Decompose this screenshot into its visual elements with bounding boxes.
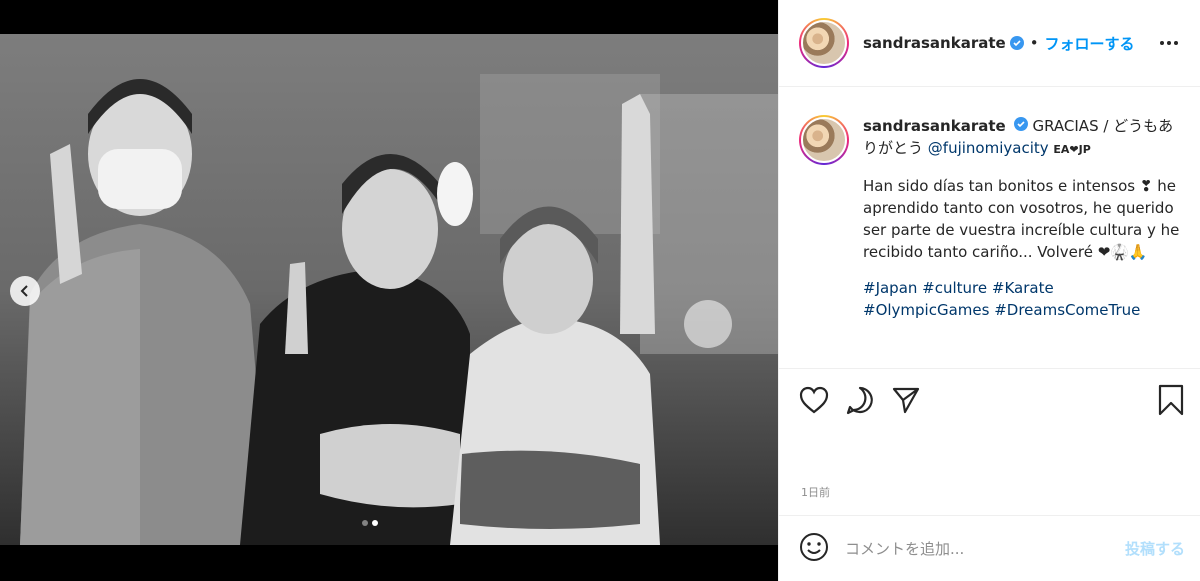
caption-body: Han sido días tan bonitos e intensos ❣ h… [863, 177, 1180, 261]
separator-bullet: • [1029, 34, 1039, 52]
post-actions [779, 368, 1200, 430]
chevron-left-icon [20, 285, 28, 297]
username-link[interactable]: sandrasankarate [863, 34, 1006, 52]
ellipsis-icon-dot [1174, 41, 1178, 45]
ellipsis-icon-dot [1167, 41, 1171, 45]
carousel-dots [362, 520, 378, 526]
post-photo[interactable] [0, 34, 778, 545]
smiley-icon[interactable] [799, 532, 829, 566]
post-media-area [0, 0, 778, 581]
ellipsis-icon-dot [1160, 41, 1164, 45]
carousel-prev-button[interactable] [10, 276, 40, 306]
post-header: sandrasankarate • フォローする [779, 0, 1200, 87]
caption: sandrasankarate GRACIAS / どうもありがとう @fuji… [863, 115, 1183, 321]
verified-badge-icon [1013, 117, 1028, 131]
comment-input[interactable] [845, 539, 1125, 558]
avatar[interactable] [799, 18, 849, 68]
more-options-button[interactable] [1154, 35, 1184, 51]
caption-avatar[interactable] [799, 115, 849, 165]
post-comment-button[interactable]: 投稿する [1125, 538, 1185, 559]
post-timestamp[interactable]: 1日前 [801, 484, 830, 500]
carousel-dot [362, 520, 368, 526]
caption-tag: EA❤JP [1053, 143, 1091, 156]
post-side-panel: sandrasankarate • フォローする sandrasankarate… [778, 0, 1200, 581]
caption-username[interactable]: sandrasankarate [863, 117, 1006, 135]
speech-bubble-icon[interactable] [845, 385, 875, 415]
carousel-dot-active [372, 520, 378, 526]
follow-button[interactable]: フォローする [1045, 33, 1135, 54]
comment-form: 投稿する [779, 515, 1200, 581]
caption-mention[interactable]: @fujinomiyacity [928, 139, 1049, 157]
paper-plane-icon[interactable] [891, 385, 921, 415]
heart-icon[interactable] [799, 386, 829, 414]
header-text: sandrasankarate • フォローする [863, 33, 1135, 54]
caption-row: sandrasankarate GRACIAS / どうもありがとう @fuji… [799, 115, 1184, 321]
avatar-image [801, 20, 847, 66]
avatar-image [801, 117, 847, 163]
caption-hashtags[interactable]: #Japan #culture #Karate #OlympicGames #D… [863, 277, 1183, 321]
comments-area: sandrasankarate GRACIAS / どうもありがとう @fuji… [779, 87, 1200, 368]
verified-badge-icon [1009, 36, 1024, 50]
bookmark-icon[interactable] [1157, 384, 1185, 416]
